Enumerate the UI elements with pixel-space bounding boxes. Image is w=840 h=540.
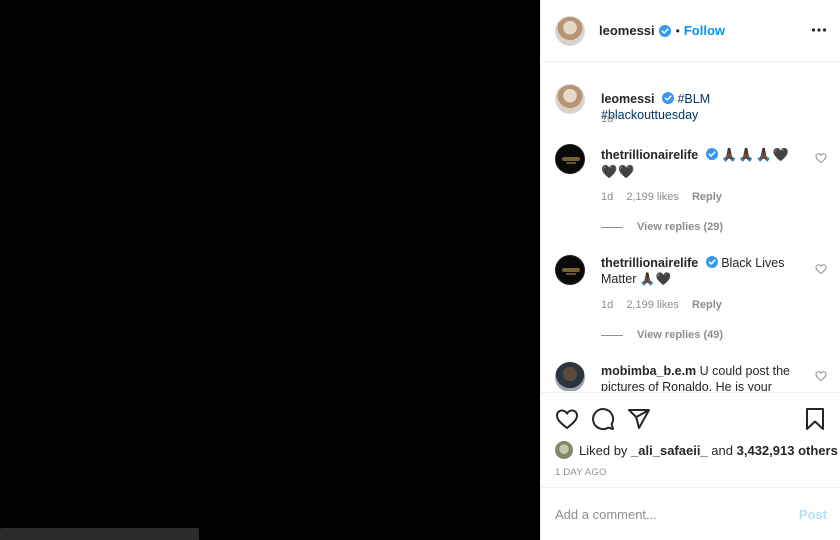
video-control-bar[interactable] xyxy=(0,528,199,540)
post-media[interactable] xyxy=(0,0,540,540)
view-replies-label[interactable]: View replies (49) xyxy=(637,329,723,341)
replies-divider xyxy=(601,226,623,228)
comment-meta: 1d 2,199 likes Reply xyxy=(601,191,732,203)
verified-badge-icon xyxy=(658,24,671,37)
follow-button[interactable]: Follow xyxy=(684,23,725,38)
caption-username[interactable]: leomessi xyxy=(601,92,655,106)
comment-likes[interactable]: 2,199 likes xyxy=(626,191,679,203)
liked-by-avatar[interactable] xyxy=(555,441,573,459)
comment-username[interactable]: thetrillionairelife xyxy=(601,148,698,162)
commenter-avatar[interactable] xyxy=(555,144,585,174)
reply-button[interactable]: Reply xyxy=(692,299,722,311)
comment-username[interactable]: thetrillionairelife xyxy=(601,256,698,270)
comment-like-icon[interactable] xyxy=(815,370,827,382)
bookmark-icon[interactable] xyxy=(803,407,827,431)
caption-meta: 1d xyxy=(601,113,623,125)
comment-meta: 1d 2,199 likes Reply xyxy=(601,299,732,311)
comment-time: 1d xyxy=(601,191,614,203)
add-comment-bar: Post xyxy=(541,487,840,540)
author-username[interactable]: leomessi xyxy=(599,23,655,38)
view-replies-label[interactable]: View replies (29) xyxy=(637,221,723,233)
author-avatar[interactable] xyxy=(555,84,585,114)
commenter-avatar[interactable] xyxy=(555,362,585,391)
liked-by-text: Liked by _ali_safaeii_ and 3,432,913 oth… xyxy=(579,443,838,458)
liked-by-others[interactable]: 3,432,913 others xyxy=(737,443,838,458)
liked-by: Liked by _ali_safaeii_ and 3,432,913 oth… xyxy=(555,441,838,459)
action-icons xyxy=(555,407,827,433)
comment-likes[interactable]: 2,199 likes xyxy=(626,299,679,311)
comment-body: thetrillionairelife 🙏🏿🙏🏿🙏🏿🖤🖤🖤 xyxy=(601,147,791,181)
comment-body: thetrillionairelife Black Lives Matter 🙏… xyxy=(601,255,791,287)
share-icon[interactable] xyxy=(627,407,651,431)
view-replies-button[interactable]: View replies (29) xyxy=(601,221,723,233)
comment-time: 1d xyxy=(601,299,614,311)
post-side-panel: leomessi • Follow leomessi #BLM #blackou… xyxy=(540,0,840,540)
post-header: leomessi • Follow xyxy=(541,0,840,62)
post-comment-button[interactable]: Post xyxy=(799,507,827,522)
liked-by-prefix: Liked by xyxy=(579,442,628,458)
caption-time: 1d xyxy=(601,113,614,125)
liked-by-and: and xyxy=(711,442,733,458)
more-options-icon[interactable] xyxy=(811,22,827,38)
comment-like-icon[interactable] xyxy=(815,263,827,275)
post-actions: Liked by _ali_safaeii_ and 3,432,913 oth… xyxy=(541,392,840,540)
verified-badge-icon xyxy=(705,148,718,160)
verified-badge-icon xyxy=(705,256,718,268)
verified-badge-icon xyxy=(662,92,674,104)
reply-button[interactable]: Reply xyxy=(692,191,722,203)
caption-body: leomessi #BLM #blackouttuesday xyxy=(601,91,801,123)
heart-icon[interactable] xyxy=(555,407,579,431)
liked-by-user[interactable]: _ali_safaeii_ xyxy=(631,443,708,458)
author-avatar[interactable] xyxy=(555,15,585,46)
comment-body: mobimba_b.e.m U could post the pictures … xyxy=(601,363,796,391)
comment-username[interactable]: mobimba_b.e.m xyxy=(601,364,696,378)
comment-like-icon[interactable] xyxy=(815,152,827,164)
post-time[interactable]: 1 DAY AGO xyxy=(555,467,607,478)
view-replies-button[interactable]: View replies (49) xyxy=(601,329,723,341)
commenter-avatar[interactable] xyxy=(555,255,585,285)
header-separator: • xyxy=(675,23,680,38)
replies-divider xyxy=(601,334,623,336)
comment-input[interactable] xyxy=(555,507,799,522)
comment-icon[interactable] xyxy=(591,407,615,431)
comments-list[interactable]: leomessi #BLM #blackouttuesday 1d thetri… xyxy=(541,63,840,391)
